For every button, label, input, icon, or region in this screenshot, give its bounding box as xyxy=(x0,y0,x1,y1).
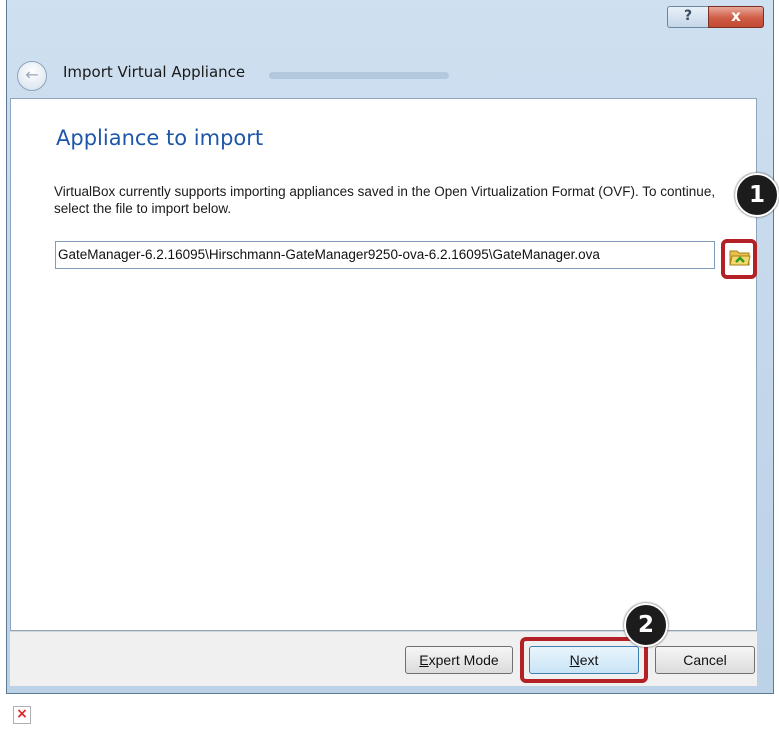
broken-image-icon: × xyxy=(13,706,31,724)
next-button[interactable]: Next xyxy=(529,646,639,674)
window-title: Import Virtual Appliance xyxy=(63,63,246,81)
expert-mode-mnemonic: E xyxy=(419,652,429,668)
wizard-header: ← Import Virtual Appliance xyxy=(7,50,773,98)
step-1-badge: 1 xyxy=(735,173,779,217)
title-bar: ? x xyxy=(7,0,773,44)
back-arrow-icon: ← xyxy=(25,65,39,84)
wizard-page: Appliance to import VirtualBox currently… xyxy=(10,98,757,631)
back-button[interactable]: ← xyxy=(17,61,47,91)
page-heading: Appliance to import xyxy=(56,126,264,150)
cancel-button[interactable]: Cancel xyxy=(655,646,755,674)
next-label: ext xyxy=(579,652,599,668)
page-description: VirtualBox currently supports importing … xyxy=(54,184,716,216)
expert-mode-button[interactable]: Expert Mode xyxy=(405,646,513,674)
step-2-badge: 2 xyxy=(624,603,668,647)
folder-open-icon[interactable] xyxy=(729,247,751,267)
expert-mode-label: xpert Mode xyxy=(428,652,499,668)
file-path-input[interactable]: GateManager-6.2.16095\Hirschmann-GateMan… xyxy=(55,241,715,269)
next-mnemonic: N xyxy=(569,652,580,668)
blurred-title-text xyxy=(269,72,449,79)
help-button[interactable]: ? xyxy=(667,6,709,28)
close-button[interactable]: x xyxy=(708,6,764,28)
